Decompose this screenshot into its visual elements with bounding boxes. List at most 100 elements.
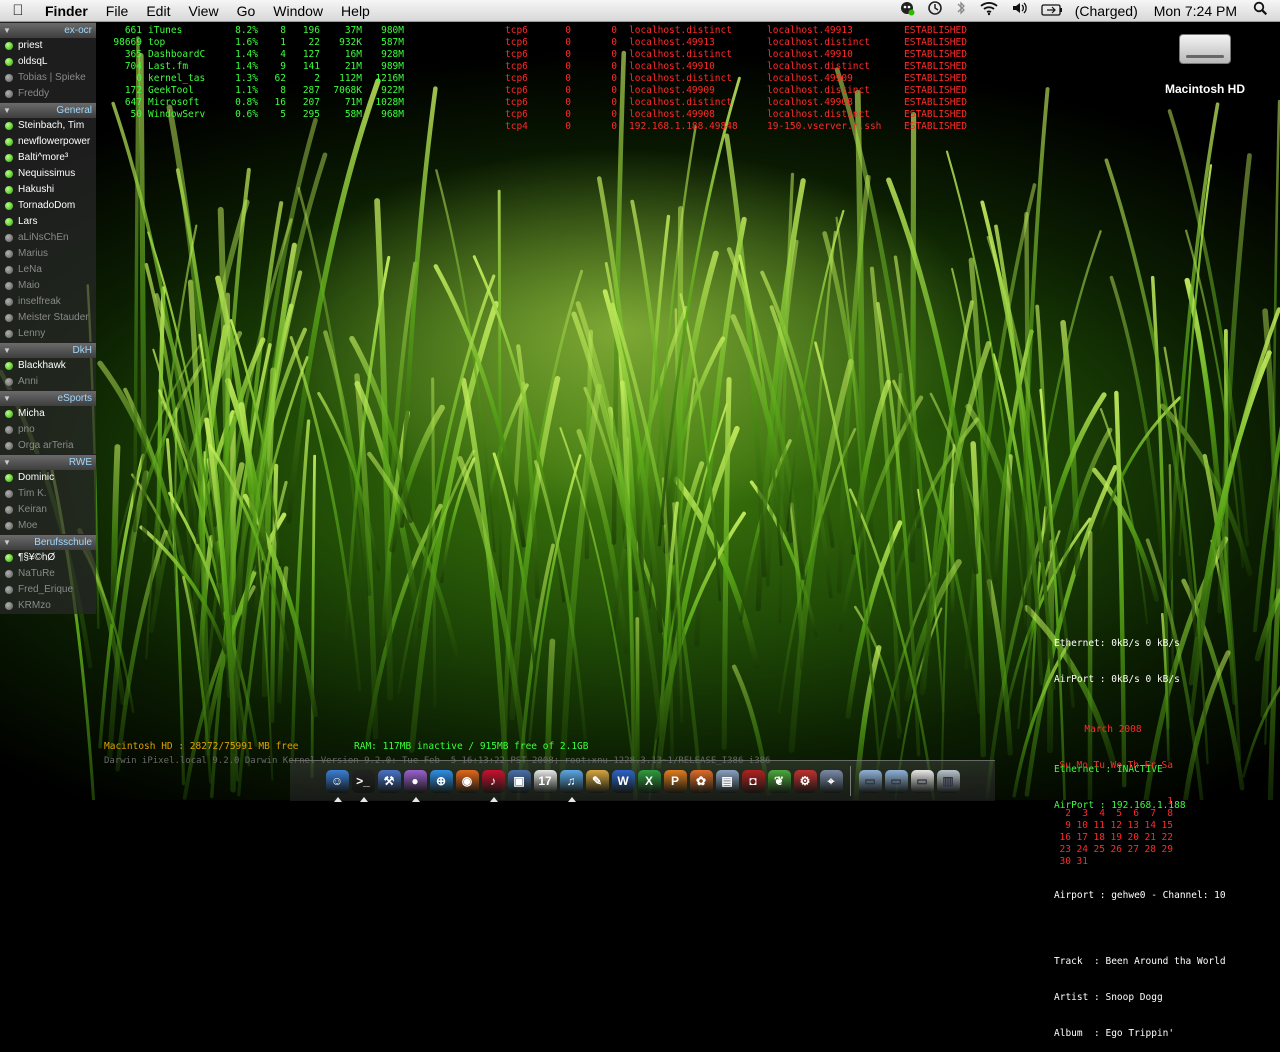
- dock-firefox-icon[interactable]: ◉: [456, 770, 479, 793]
- buddy-list-item[interactable]: Tim K.: [0, 486, 96, 502]
- volume-icon[interactable]: [1005, 0, 1035, 22]
- macintosh-hd-desktop-icon[interactable]: Macintosh HD: [1160, 34, 1250, 96]
- disclosure-triangle-icon[interactable]: ▼: [3, 343, 11, 358]
- dock-preview-icon[interactable]: ▤: [716, 770, 739, 793]
- dock-trash-icon[interactable]: ▥: [937, 770, 960, 793]
- menu-help[interactable]: Help: [332, 0, 379, 22]
- buddy-list-item[interactable]: Steinbach, Tim: [0, 118, 96, 134]
- time-machine-icon[interactable]: [921, 0, 949, 22]
- buddy-list-item[interactable]: priest: [0, 38, 96, 54]
- buddy-list-item[interactable]: pno: [0, 422, 96, 438]
- dock-terminal-icon[interactable]: >_: [352, 770, 375, 793]
- buddy-list-item[interactable]: aLiNsChEn: [0, 230, 96, 246]
- dock-itunes-icon[interactable]: ♫: [560, 770, 583, 793]
- buddy-list-item[interactable]: Blackhawk: [0, 358, 96, 374]
- buddy-name: Steinbach, Tim: [18, 120, 84, 131]
- dock-applications-folder-icon[interactable]: ▭: [859, 770, 882, 793]
- buddy-list-item[interactable]: newflowerpower: [0, 134, 96, 150]
- dock-network-utility-icon[interactable]: ⌖: [820, 770, 843, 793]
- buddy-list-item[interactable]: LeNa: [0, 262, 96, 278]
- buddy-list-item[interactable]: Marius: [0, 246, 96, 262]
- disclosure-triangle-icon[interactable]: ▼: [3, 455, 11, 470]
- buddy-list-item[interactable]: oldsqL: [0, 54, 96, 70]
- offline-status-icon: [5, 330, 13, 338]
- buddy-list-item[interactable]: Balti^more³: [0, 150, 96, 166]
- buddy-list-item[interactable]: Tobias | Spieke: [0, 70, 96, 86]
- buddy-list-item[interactable]: Fred_Erique: [0, 582, 96, 598]
- disclosure-triangle-icon[interactable]: ▼: [3, 103, 11, 118]
- menu-app-finder[interactable]: Finder: [36, 0, 97, 22]
- dock-documents-folder-icon[interactable]: ▭: [885, 770, 908, 793]
- dock-downloads-stack-icon[interactable]: ▭: [911, 770, 934, 793]
- buddy-group-header[interactable]: ▼eSports: [0, 390, 96, 406]
- menu-file[interactable]: File: [97, 0, 138, 22]
- process-vsize: 1216M: [362, 73, 404, 85]
- buddy-group-header[interactable]: ▼Berufsschule: [0, 534, 96, 550]
- dock-leaf-app-icon[interactable]: ❦: [768, 770, 791, 793]
- dock-ical-icon[interactable]: 17: [534, 770, 557, 793]
- apple-icon[interactable]: : [0, 2, 36, 19]
- spotlight-icon[interactable]: [1247, 0, 1280, 22]
- buddy-group-header[interactable]: ▼ex-ocr: [0, 22, 96, 38]
- netstat-send: 0: [571, 61, 617, 73]
- macintosh-hd-label[interactable]: Macintosh HD: [1160, 82, 1250, 96]
- buddy-name: LeNa: [18, 264, 42, 275]
- buddy-list-item[interactable]: Micha: [0, 406, 96, 422]
- dock-geektool-icon[interactable]: ⚙: [794, 770, 817, 793]
- dock-lastfm-icon[interactable]: ♪: [482, 770, 505, 793]
- buddy-list-item[interactable]: Dominic: [0, 470, 96, 486]
- battery-status[interactable]: (Charged): [1069, 0, 1144, 22]
- buddy-list-item[interactable]: Keiran: [0, 502, 96, 518]
- buddy-list-item[interactable]: inselfreak: [0, 294, 96, 310]
- buddy-group-header[interactable]: ▼DkH: [0, 342, 96, 358]
- dock-excel-icon[interactable]: X: [638, 770, 661, 793]
- dock-powerpoint-icon[interactable]: P: [664, 770, 687, 793]
- buddy-list-item[interactable]: Orga arTeria: [0, 438, 96, 454]
- buddy-list-item[interactable]: Lenny: [0, 326, 96, 342]
- calendar-day: [1054, 796, 1071, 808]
- menu-view[interactable]: View: [179, 0, 227, 22]
- wifi-icon[interactable]: [973, 0, 1005, 22]
- dock-xcode-icon[interactable]: ⚒: [378, 770, 401, 793]
- disclosure-triangle-icon[interactable]: ▼: [3, 23, 11, 38]
- calendar-day: 8: [1156, 808, 1173, 820]
- offline-status-icon: [5, 282, 13, 290]
- calendar-week-row: 9101112131415: [1054, 820, 1173, 832]
- bluetooth-icon[interactable]: [949, 0, 973, 22]
- menu-window[interactable]: Window: [264, 0, 332, 22]
- buddy-list-item[interactable]: Maio: [0, 278, 96, 294]
- buddy-list-item[interactable]: Meister Stauder: [0, 310, 96, 326]
- buddy-list-item[interactable]: KRMzo: [0, 598, 96, 614]
- buddy-list-item[interactable]: Hakushi: [0, 182, 96, 198]
- grass-blade: [1026, 214, 1029, 666]
- dock-word-icon[interactable]: W: [612, 770, 635, 793]
- buddy-list-item[interactable]: ¶§¥©hØ: [0, 550, 96, 566]
- hard-drive-icon[interactable]: [1179, 34, 1231, 64]
- disclosure-triangle-icon[interactable]: ▼: [3, 535, 11, 550]
- buddy-list-item[interactable]: Freddy: [0, 86, 96, 102]
- buddy-list-item[interactable]: Lars: [0, 214, 96, 230]
- adium-icon[interactable]: [893, 0, 921, 22]
- netstat-state: ESTABLISHED: [904, 73, 984, 85]
- menu-go[interactable]: Go: [228, 0, 265, 22]
- dock-adium-icon[interactable]: ●: [404, 770, 427, 793]
- dock-photo-booth-icon[interactable]: ◘: [742, 770, 765, 793]
- dock-safari-icon[interactable]: ⊕: [430, 770, 453, 793]
- clock[interactable]: Mon 7:24 PM: [1144, 0, 1247, 22]
- buddy-list-item[interactable]: Moe: [0, 518, 96, 534]
- buddy-list-item[interactable]: Nequissimus: [0, 166, 96, 182]
- buddy-list-item[interactable]: Anni: [0, 374, 96, 390]
- disclosure-triangle-icon[interactable]: ▼: [3, 391, 11, 406]
- calendar-day: 18: [1088, 832, 1105, 844]
- battery-icon[interactable]: [1035, 0, 1069, 22]
- dock-flower-icon[interactable]: ✿: [690, 770, 713, 793]
- dock-app-store-bag-icon[interactable]: ▣: [508, 770, 531, 793]
- buddy-group-header[interactable]: ▼RWE: [0, 454, 96, 470]
- buddy-list-item[interactable]: NaTuRe: [0, 566, 96, 582]
- dock-textedit-icon[interactable]: ✎: [586, 770, 609, 793]
- buddy-list-item[interactable]: TornadoDom: [0, 198, 96, 214]
- buddy-name: Tobias | Spieke: [18, 72, 86, 83]
- menu-edit[interactable]: Edit: [137, 0, 179, 22]
- dock-finder-icon[interactable]: ☺: [326, 770, 349, 793]
- buddy-group-header[interactable]: ▼General: [0, 102, 96, 118]
